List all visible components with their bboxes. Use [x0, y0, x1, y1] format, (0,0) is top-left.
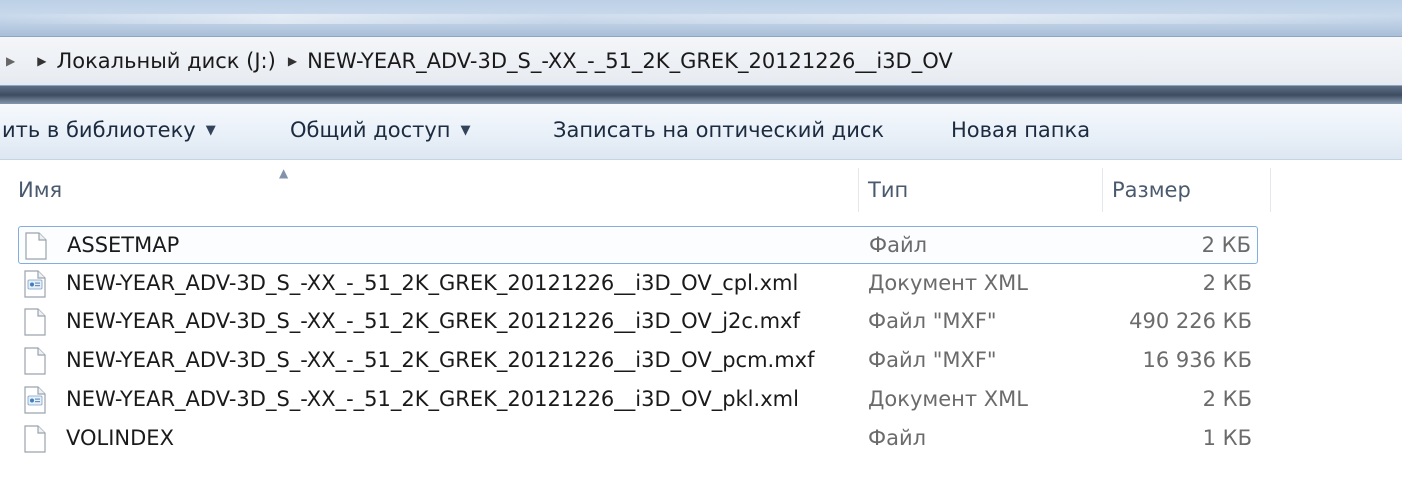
file-name: NEW-YEAR_ADV-3D_S_-XX_-_51_2K_GREK_20121…: [66, 309, 800, 333]
file-row[interactable]: NEW-YEAR_ADV-3D_S_-XX_-_51_2K_GREK_20121…: [18, 303, 1258, 341]
file-size: 490 226 КБ: [1129, 309, 1252, 333]
file-name: VOLINDEX: [66, 426, 174, 450]
file-name: ASSETMAP: [67, 233, 180, 257]
column-header-size[interactable]: Размер: [1112, 178, 1191, 202]
breadcrumb-separator-icon[interactable]: ▶: [37, 54, 46, 68]
file-size: 16 936 КБ: [1142, 348, 1252, 372]
column-divider[interactable]: [1102, 168, 1103, 212]
file-row[interactable]: VOLINDEX Файл 1 КБ: [18, 420, 1258, 458]
burn-to-disc-button[interactable]: Записать на оптический диск: [553, 118, 884, 142]
file-name: NEW-YEAR_ADV-3D_S_-XX_-_51_2K_GREK_20121…: [66, 271, 799, 295]
column-header-row: ▲ Имя Тип Размер: [0, 160, 1402, 218]
file-name: NEW-YEAR_ADV-3D_S_-XX_-_51_2K_GREK_20121…: [66, 348, 815, 372]
sort-ascending-icon: ▲: [279, 166, 289, 180]
file-icon: [24, 308, 46, 336]
share-button[interactable]: Общий доступ ▼: [290, 118, 471, 142]
file-icon: [25, 232, 47, 260]
new-folder-button[interactable]: Новая папка: [951, 118, 1090, 142]
column-header-name[interactable]: Имя: [18, 178, 62, 202]
file-row[interactable]: ASSETMAP Файл 2 КБ: [18, 226, 1258, 264]
breadcrumb-separator-icon[interactable]: ▶: [288, 54, 297, 68]
xml-file-icon: [24, 386, 46, 414]
file-type: Документ XML: [868, 271, 1028, 295]
new-folder-label: Новая папка: [951, 118, 1091, 142]
file-row[interactable]: NEW-YEAR_ADV-3D_S_-XX_-_51_2K_GREK_20121…: [18, 342, 1258, 380]
file-type: Файл "MXF": [868, 348, 997, 372]
file-size: 1 КБ: [1202, 426, 1252, 450]
file-icon: [24, 347, 46, 375]
breadcrumb-drive[interactable]: Локальный диск (J:): [56, 49, 275, 73]
xml-file-icon: [24, 270, 46, 298]
chevron-down-icon: ▼: [205, 122, 216, 138]
file-type: Файл: [868, 426, 927, 450]
breadcrumb-folder[interactable]: NEW-YEAR_ADV-3D_S_-XX_-_51_2K_GREK_20121…: [307, 49, 953, 73]
window-frame-band: [0, 86, 1402, 104]
file-row[interactable]: NEW-YEAR_ADV-3D_S_-XX_-_51_2K_GREK_20121…: [18, 265, 1258, 303]
column-divider[interactable]: [858, 168, 859, 212]
file-size: 2 КБ: [1202, 271, 1252, 295]
burn-to-disc-label: Записать на оптический диск: [553, 118, 885, 142]
breadcrumb-overflow-arrow-icon[interactable]: ▶: [6, 54, 15, 68]
address-bar[interactable]: ▶ ▶ Локальный диск (J:) ▶ NEW-YEAR_ADV-3…: [0, 36, 1402, 86]
column-divider[interactable]: [1270, 168, 1271, 212]
add-to-library-button[interactable]: ить в библиотеку ▼: [2, 118, 216, 142]
file-icon: [24, 425, 46, 453]
add-to-library-label: ить в библиотеку: [2, 118, 196, 142]
file-size: 2 КБ: [1202, 387, 1252, 411]
window-title-bar: [0, 0, 1402, 36]
chevron-down-icon: ▼: [460, 122, 471, 138]
file-name: NEW-YEAR_ADV-3D_S_-XX_-_51_2K_GREK_20121…: [66, 387, 799, 411]
command-toolbar: ить в библиотеку ▼ Общий доступ ▼ Записа…: [0, 104, 1402, 160]
column-header-type[interactable]: Тип: [868, 178, 908, 202]
file-row[interactable]: NEW-YEAR_ADV-3D_S_-XX_-_51_2K_GREK_20121…: [18, 381, 1258, 419]
share-label: Общий доступ: [290, 118, 451, 142]
file-size: 2 КБ: [1201, 233, 1251, 257]
file-type: Документ XML: [868, 387, 1028, 411]
file-type: Файл: [869, 233, 928, 257]
file-type: Файл "MXF": [868, 309, 997, 333]
